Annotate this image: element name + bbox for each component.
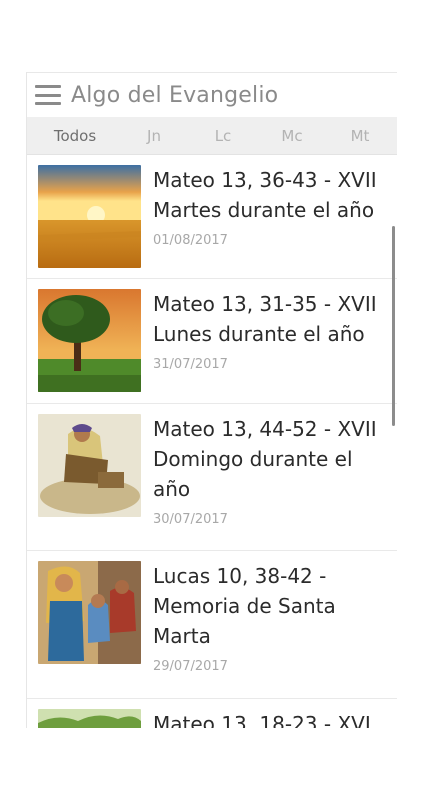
man-digging-treasure-image — [38, 414, 141, 517]
item-date: 29/07/2017 — [153, 659, 228, 674]
wheat-field-sunset-image — [38, 165, 141, 268]
tab-bar: Todos Jn Lc Mc Mt — [27, 117, 397, 155]
scrollbar[interactable] — [392, 226, 395, 426]
item-date: 01/08/2017 — [153, 233, 228, 248]
item-date: 30/07/2017 — [153, 512, 228, 527]
martha-serving-image — [38, 561, 141, 664]
app-bar: Algo del Evangelio — [27, 72, 397, 117]
hamburger-menu-icon[interactable] — [35, 85, 61, 105]
list-item[interactable]: Mateo 13, 31-35 - XVII Lunes durante el … — [27, 279, 397, 404]
tab-jn[interactable]: Jn — [123, 127, 185, 145]
list-item[interactable]: Mateo 13, 44-52 - XVII Domingo durante e… — [27, 404, 397, 551]
item-title: Mateo 13, 18-23 - XVI — [153, 712, 371, 728]
item-title: Mateo 13, 44-52 - XVII Domingo durante e… — [153, 417, 377, 501]
tab-todos[interactable]: Todos — [27, 127, 123, 145]
tab-mc[interactable]: Mc — [261, 127, 323, 145]
item-title: Lucas 10, 38-42 - Memoria de Santa Marta — [153, 564, 336, 648]
list-item[interactable]: Mateo 13, 18-23 - XVI — [27, 699, 397, 728]
item-title: Mateo 13, 36-43 - XVII Martes durante el… — [153, 168, 377, 222]
tab-mt[interactable]: Mt — [323, 127, 397, 145]
item-title: Mateo 13, 31-35 - XVII Lunes durante el … — [153, 292, 377, 346]
tree-sunset-image — [38, 289, 141, 392]
tab-lc[interactable]: Lc — [185, 127, 261, 145]
list-item[interactable]: Lucas 10, 38-42 - Memoria de Santa Marta… — [27, 551, 397, 699]
gospel-list: Mateo 13, 36-43 - XVII Martes durante el… — [27, 155, 397, 728]
app-frame: Algo del Evangelio Todos Jn Lc Mc Mt Mat… — [26, 72, 397, 728]
item-date: 31/07/2017 — [153, 357, 228, 372]
green-field-image — [38, 709, 141, 728]
list-item[interactable]: Mateo 13, 36-43 - XVII Martes durante el… — [27, 155, 397, 279]
app-title: Algo del Evangelio — [71, 82, 279, 108]
